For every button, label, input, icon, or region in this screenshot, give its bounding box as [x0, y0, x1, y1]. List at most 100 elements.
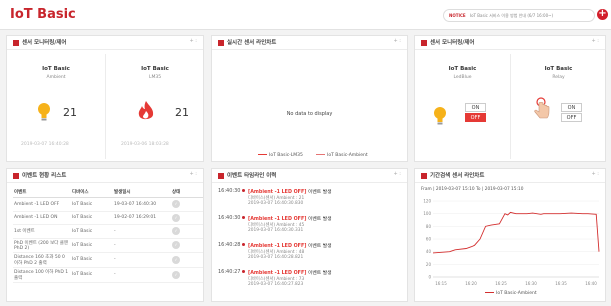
device-sensor: LM35: [148, 75, 162, 80]
event-name-cell: PhD 이벤트 (200 보다 클땐 PhD 2): [13, 238, 71, 253]
table-row[interactable]: Distance 160 초과 50 0 이하 PhD 2 출력 IoT Basi…: [13, 252, 203, 268]
sensor-timestamp: 2019-03-07 16:40:28: [21, 142, 69, 147]
legend-label: IoT Basic-Ambient: [327, 153, 368, 158]
panel-header: 기간검색 센서 라인차트 + :: [415, 169, 605, 183]
panel-marker-icon: [421, 40, 427, 46]
sensor-timestamp: 2019-03-06 18:03:28: [121, 142, 169, 147]
y-tick-label: 0: [428, 275, 431, 280]
table-row[interactable]: Distance 100 이하 PhD 1 출력 IoT Basic - ✓: [13, 267, 203, 283]
timeline-event: [Ambient -1 LED OFF] 이벤트 발생: [248, 188, 332, 195]
panel-controls[interactable]: + :: [592, 171, 599, 177]
column-header[interactable]: 이벤트: [13, 187, 71, 198]
timeline-time: 16:40:28: [218, 242, 241, 248]
device-name: IoT Basic: [448, 66, 477, 72]
series-line[interactable]: [432, 211, 600, 254]
table-header-row: 이벤트 디바이스 발생일시 상태: [13, 187, 203, 198]
table-row[interactable]: Ambient -1 LED OFF IoT Basic 19-03-07 16:4…: [13, 197, 203, 212]
y-tick-label: 120: [423, 199, 431, 204]
datetime-cell: -: [113, 252, 171, 268]
timeline-item[interactable]: 16:40:30 [Ambient -1 LED OFF] 이벤트 발생 디바이스(…: [218, 215, 407, 239]
panel-header: 이벤트 현황 리스트 + :: [7, 169, 203, 183]
event-suffix: 이벤트 발생: [306, 244, 332, 249]
device-sensor: Relay: [552, 75, 565, 80]
panel-controls[interactable]: + :: [394, 38, 401, 44]
notice-tag: NOTICE: [449, 13, 466, 18]
notice-banner[interactable]: NOTICE IoT Basic 서비스 이용 방법 안내 (6/7 16:00…: [443, 9, 595, 22]
off-button[interactable]: OFF: [465, 113, 486, 122]
datetime-cell: -: [113, 224, 171, 239]
x-tick-label: 16:20: [465, 281, 477, 286]
panel-marker-icon: [218, 173, 224, 179]
check-circle-icon[interactable]: ✓: [172, 270, 180, 279]
on-button[interactable]: ON: [561, 103, 582, 112]
on-button[interactable]: ON: [465, 103, 486, 112]
timeline-dot-icon: [242, 216, 245, 219]
panel-header: 센서 모니터링/제어 + :: [7, 36, 203, 50]
timeline-stamp: 2019-03-07 16:40:28.821: [248, 255, 304, 260]
event-name-cell: Ambient -1 LED OFF: [13, 197, 71, 212]
table-row[interactable]: Ambient -1 LED ON IoT Basic 19-02-07 16:29…: [13, 211, 203, 225]
event-suffix: 이벤트 발생: [306, 217, 332, 222]
device-sensor: Ambient: [46, 75, 66, 80]
period-chart-panel: 기간검색 센서 라인차트 + : Fram | 2019-03-07 15:10…: [414, 168, 606, 302]
timeline-item[interactable]: 16:40:30 [Ambient -1 LED OFF] 이벤트 발생 디바이스(…: [218, 188, 407, 212]
legend-label: IoT Basic-Ambient: [496, 291, 537, 296]
add-widget-button[interactable]: +: [597, 9, 608, 20]
panel-controls[interactable]: + :: [190, 38, 197, 44]
legend-item[interactable]: IoT Basic-LM35: [258, 153, 303, 158]
status-cell: ✓: [171, 197, 203, 212]
datetime-cell: -: [113, 267, 171, 283]
event-list-panel: 이벤트 현황 리스트 + : 이벤트 디바이스 발생일시 상태 Ambient …: [6, 168, 204, 302]
status-cell: ✓: [171, 211, 203, 225]
check-circle-icon[interactable]: ✓: [172, 241, 180, 249]
panel-header: 실시간 센서 라인차트 + :: [212, 36, 407, 50]
notice-text: IoT Basic 서비스 이용 방법 안내 (6/7 16:00~): [469, 13, 554, 18]
timeline-dot-icon: [242, 243, 245, 246]
panel-marker-icon: [13, 40, 19, 46]
app-title[interactable]: IoT Basic: [10, 7, 76, 22]
device-cell: IoT Basic: [71, 197, 113, 212]
off-button[interactable]: OFF: [561, 113, 582, 122]
timeline-event: [Ambient -1 LED OFF] 이벤트 발생: [248, 269, 332, 276]
sensor-value: 21: [175, 106, 189, 119]
event-name-cell: Distance 100 이하 PhD 1 출력: [13, 267, 71, 283]
timeline-stamp: 2019-03-07 16:40:27.823: [248, 282, 304, 287]
period-range[interactable]: Fram | 2019-03-07 15:10 To | 2019-03-07 …: [421, 187, 523, 192]
column-header[interactable]: 발생일시: [113, 187, 171, 198]
lightbulb-icon: [38, 103, 50, 121]
column-header[interactable]: 상태: [171, 187, 203, 198]
table-row[interactable]: PhD 이벤트 (200 보다 클땐 PhD 2) IoT Basic - ✓: [13, 238, 203, 253]
table-row[interactable]: 1st 이벤트 IoT Basic - ✓: [13, 224, 203, 239]
status-cell: ✓: [171, 267, 203, 283]
column-header[interactable]: 디바이스: [71, 187, 113, 198]
panel-controls[interactable]: + :: [394, 171, 401, 177]
legend-item[interactable]: IoT Basic-Ambient: [485, 291, 537, 296]
hand-touch-icon: [534, 97, 550, 119]
sensor-value: 21: [63, 106, 77, 119]
timeline-dot-icon: [242, 270, 245, 273]
panel-title: 이벤트 타임라인 이력: [227, 173, 277, 179]
panel-controls[interactable]: + :: [592, 38, 599, 44]
panel-controls[interactable]: + :: [190, 171, 197, 177]
legend-swatch: [258, 154, 267, 155]
device-cell: IoT Basic: [71, 238, 113, 253]
check-circle-icon[interactable]: ✓: [172, 255, 180, 264]
timeline-stamp: 2019-03-07 16:40:30.830: [248, 201, 304, 206]
panel-marker-icon: [218, 40, 224, 46]
panel-title: 센서 모니터링/제어: [22, 40, 67, 46]
status-cell: ✓: [171, 224, 203, 239]
legend-item[interactable]: IoT Basic-Ambient: [316, 153, 368, 158]
check-circle-icon[interactable]: ✓: [172, 200, 180, 209]
check-circle-icon[interactable]: ✓: [172, 213, 180, 222]
timeline-item[interactable]: 16:40:28 [Ambient -1 LED OFF] 이벤트 발생 디바이스(…: [218, 242, 407, 266]
legend-swatch: [485, 292, 494, 293]
flame-icon: [138, 101, 154, 120]
status-cell: ✓: [171, 238, 203, 253]
timeline-event: [Ambient -1 LED OFF] 이벤트 발생: [248, 242, 332, 249]
device-cell: IoT Basic: [71, 267, 113, 283]
timeline-item[interactable]: 16:40:27 [Ambient -1 LED OFF] 이벤트 발생 디바이스(…: [218, 269, 407, 293]
check-circle-icon[interactable]: ✓: [172, 227, 180, 236]
y-tick-label: 20: [426, 262, 432, 267]
datetime-cell: 19-02-07 16:29:01: [113, 211, 171, 225]
timeline-time: 16:40:30: [218, 215, 241, 221]
